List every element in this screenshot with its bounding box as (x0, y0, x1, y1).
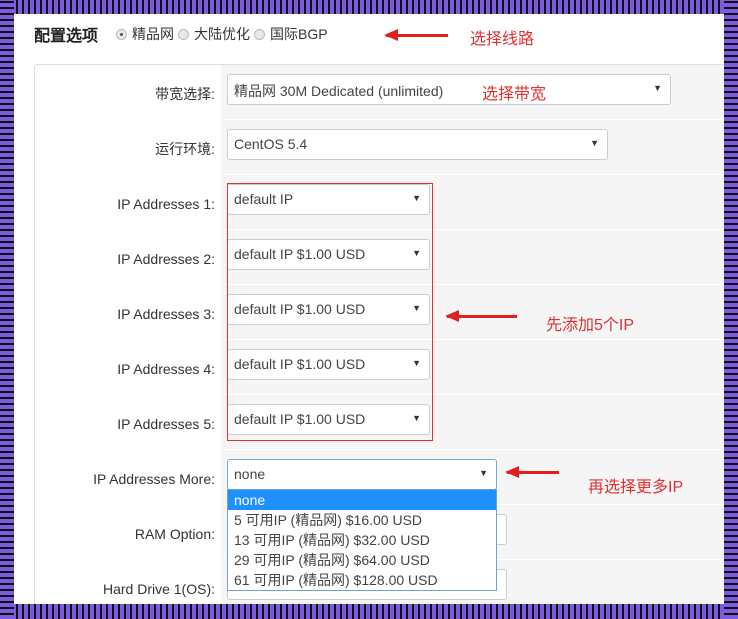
radio-label: 精品网 (132, 26, 175, 42)
field-label: IP Addresses 3: (117, 306, 215, 322)
config-options-header: 配置选项 精品网 大陆优化 国际BGP (34, 22, 328, 46)
ip-more-dropdown: none 5 可用IP (精品网) $16.00 USD 13 可用IP (精品… (227, 489, 497, 591)
annotation: 选择带宽 (482, 86, 547, 103)
field-label: Hard Drive 1(OS): (102, 581, 215, 597)
dropdown-option[interactable]: 29 可用IP (精品网) $64.00 USD (228, 550, 496, 570)
caret-down-icon: ▼ (590, 138, 599, 148)
dropdown-option[interactable]: 5 可用IP (精品网) $16.00 USD (228, 510, 496, 530)
field-label: IP Addresses More: (93, 471, 215, 487)
field-label: IP Addresses 1: (117, 196, 215, 212)
dropdown-option[interactable]: 61 可用IP (精品网) $128.00 USD (228, 570, 496, 590)
dropdown-option[interactable]: none (228, 490, 496, 510)
dropdown-option[interactable]: 13 可用IP (精品网) $32.00 USD (228, 530, 496, 550)
field-label: 带宽选择: (155, 86, 215, 102)
annotation: 先添加5个IP (546, 317, 635, 334)
field-label: IP Addresses 5: (117, 416, 215, 432)
bandwidth-select[interactable]: 精品网 30M Dedicated (unlimited) ▼ (227, 74, 671, 105)
annotation: 再选择更多IP (588, 479, 684, 496)
frame-border-left (0, 0, 14, 619)
form-row: 带宽选择: 精品网 30M Dedicated (unlimited) ▼ (35, 65, 724, 120)
screenshot-content: 配置选项 精品网 大陆优化 国际BGP 选择线路 带宽选择: 精品网 30M De… (14, 14, 724, 604)
radio-bgp[interactable] (254, 28, 266, 40)
field-label: RAM Option: (134, 526, 215, 542)
os-select[interactable]: CentOS 5.4 ▼ (227, 129, 608, 160)
radio-label: 大陆优化 (194, 26, 251, 42)
form-row: 运行环境: CentOS 5.4 ▼ (35, 120, 724, 175)
caret-down-icon: ▼ (653, 83, 662, 93)
radio-jingpin[interactable] (116, 28, 128, 40)
field-label: IP Addresses 2: (117, 251, 215, 267)
frame-border-right (724, 0, 738, 619)
ip-more-select[interactable]: none ▼ (227, 459, 497, 490)
radio-label: 国际BGP (270, 26, 328, 42)
radio-mainland[interactable] (178, 28, 190, 40)
field-label: 运行环境: (155, 141, 215, 157)
field-label: IP Addresses 4: (117, 361, 215, 377)
highlight-box (227, 183, 433, 441)
annotation: 选择线路 (470, 31, 535, 48)
page-title: 配置选项 (34, 28, 99, 45)
caret-down-icon: ▼ (479, 468, 488, 478)
